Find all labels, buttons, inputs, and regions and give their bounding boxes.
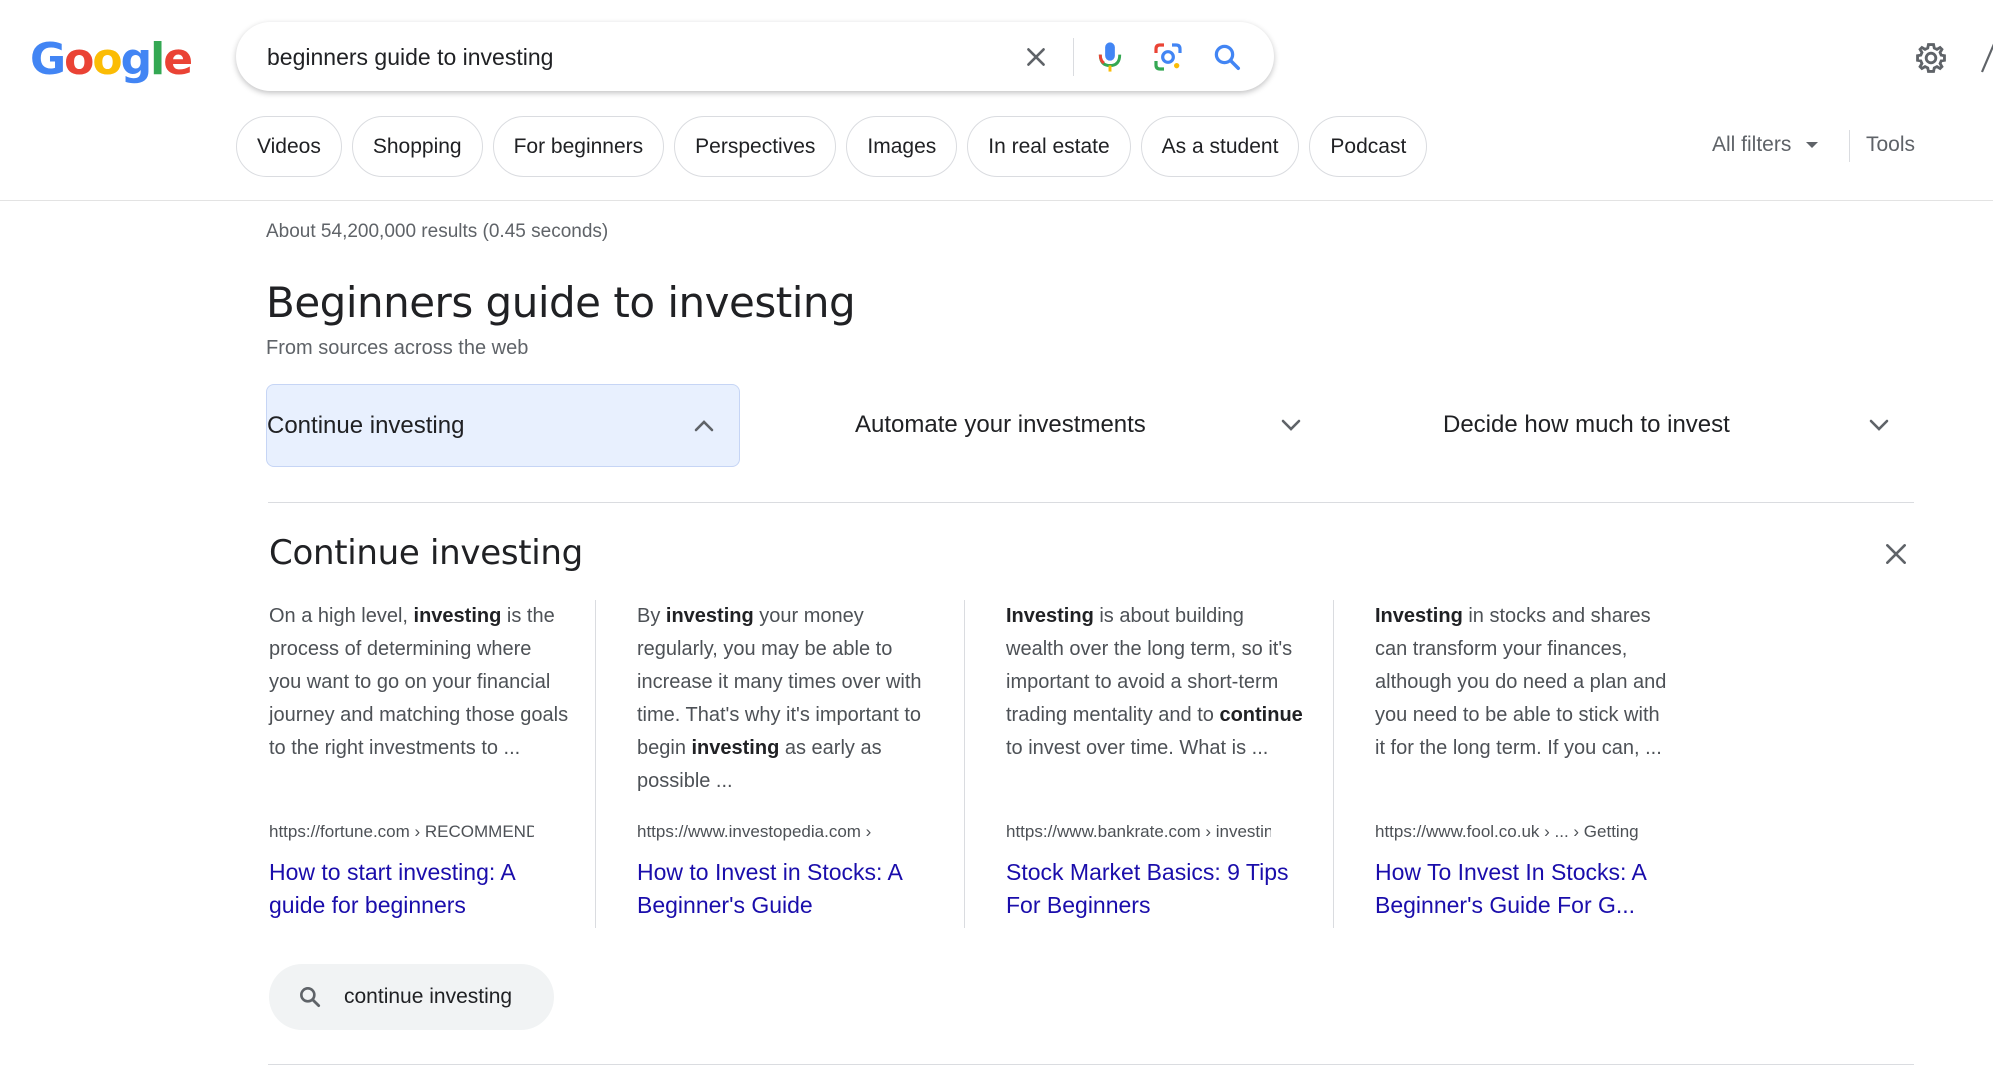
source-card: By investing your money regularly, you m… bbox=[637, 600, 937, 922]
snippet-text: By bbox=[637, 605, 666, 627]
accordion-label: Automate your investments bbox=[855, 411, 1146, 438]
search-input[interactable]: beginners guide to investing bbox=[267, 44, 553, 71]
snippet-text: is the process of determining where you … bbox=[269, 605, 569, 759]
logo-letter: o bbox=[92, 34, 122, 85]
column-divider bbox=[1333, 600, 1334, 928]
logo-letter: o bbox=[64, 34, 94, 85]
lens-icon[interactable] bbox=[1150, 39, 1186, 75]
search-icon bbox=[297, 984, 323, 1010]
microphone-icon[interactable] bbox=[1092, 39, 1128, 75]
column-divider bbox=[595, 600, 596, 928]
accordion-item-automate-investments[interactable]: Automate your investments bbox=[855, 384, 1305, 467]
accordion-label: Continue investing bbox=[267, 412, 465, 439]
card-snippet: By investing your money regularly, you m… bbox=[637, 600, 937, 800]
card-title-link[interactable]: Stock Market Basics: 9 Tips For Beginner… bbox=[1006, 856, 1301, 922]
chip-perspectives[interactable]: Perspectives bbox=[674, 116, 837, 177]
snippet-text: On a high level, bbox=[269, 605, 414, 627]
chip-podcast[interactable]: Podcast bbox=[1309, 116, 1428, 177]
chevron-up-icon bbox=[691, 413, 717, 439]
snippet-highlight: Investing bbox=[1375, 605, 1463, 627]
card-url[interactable]: https://www.investopedia.com › bbox=[637, 822, 902, 846]
searchbox-divider bbox=[1073, 38, 1074, 76]
accordion-item-decide-how-much[interactable]: Decide how much to invest bbox=[1443, 384, 1893, 467]
snippet-text: in stocks and shares can transform your … bbox=[1375, 605, 1667, 759]
snippet-highlight: investing bbox=[665, 605, 754, 627]
accordion-item-continue-investing[interactable]: Continue investing bbox=[266, 384, 740, 467]
settings-gear-icon[interactable] bbox=[1913, 40, 1949, 76]
card-url[interactable]: https://www.fool.co.uk › ... › Getting bbox=[1375, 822, 1640, 846]
panel-bottom-divider bbox=[268, 1064, 1914, 1065]
logo-letter: G bbox=[30, 34, 66, 85]
chip-shopping[interactable]: Shopping bbox=[351, 116, 483, 177]
source-card: Investing in stocks and shares can trans… bbox=[1375, 600, 1675, 922]
snippet-highlight: Investing bbox=[1006, 605, 1094, 627]
panel-divider bbox=[268, 502, 1914, 503]
chip-for-beginners[interactable]: For beginners bbox=[492, 116, 665, 177]
chip-videos[interactable]: Videos bbox=[236, 116, 342, 177]
labs-flask-icon[interactable] bbox=[1978, 38, 1993, 78]
page-title: Beginners guide to investing bbox=[266, 278, 856, 327]
chevron-down-icon bbox=[1278, 412, 1304, 438]
card-title-link[interactable]: How to start investing: A guide for begi… bbox=[269, 856, 564, 922]
card-snippet: Investing is about building wealth over … bbox=[1006, 600, 1306, 800]
search-icon[interactable] bbox=[1209, 39, 1245, 75]
card-title-link[interactable]: How to Invest in Stocks: A Beginner's Gu… bbox=[637, 856, 932, 922]
toolbar-divider bbox=[1849, 130, 1850, 162]
snippet-highlight: investing bbox=[413, 605, 502, 627]
source-card: Investing is about building wealth over … bbox=[1006, 600, 1306, 922]
caret-down-icon bbox=[1806, 142, 1819, 148]
result-stats: About 54,200,000 results (0.45 seconds) bbox=[266, 221, 609, 242]
card-snippet: Investing in stocks and shares can trans… bbox=[1375, 600, 1675, 800]
snippet-highlight: investing bbox=[691, 737, 780, 759]
chevron-down-icon bbox=[1866, 412, 1892, 438]
card-title-link[interactable]: How To Invest In Stocks: A Beginner's Gu… bbox=[1375, 856, 1670, 922]
logo-letter: e bbox=[163, 34, 193, 85]
page-subtitle: From sources across the web bbox=[266, 337, 529, 359]
card-url[interactable]: https://www.bankrate.com › investing bbox=[1006, 822, 1271, 846]
snippet-highlight: continue bbox=[1219, 704, 1303, 726]
panel-title: Continue investing bbox=[269, 533, 583, 573]
snippet-text: your money regularly, you may be able to… bbox=[637, 605, 922, 759]
search-box[interactable]: beginners guide to investing bbox=[236, 22, 1274, 91]
card-snippet: On a high level, investing is the proces… bbox=[269, 600, 569, 800]
related-search-label: continue investing bbox=[344, 985, 513, 1008]
tools-button[interactable]: Tools bbox=[1866, 133, 1915, 157]
logo-letter: l bbox=[150, 34, 165, 85]
accordion-label: Decide how much to invest bbox=[1443, 411, 1730, 438]
filter-chips: Videos Shopping For beginners Perspectives I… bbox=[236, 116, 1428, 177]
chip-images[interactable]: Images bbox=[846, 116, 958, 177]
column-divider bbox=[964, 600, 965, 928]
chip-in-real-estate[interactable]: In real estate bbox=[967, 116, 1131, 177]
logo-letter: g bbox=[120, 34, 152, 85]
header-divider bbox=[0, 200, 1993, 201]
snippet-text: to invest over time. What is ... bbox=[1006, 737, 1269, 759]
google-logo[interactable]: Google bbox=[30, 34, 193, 86]
all-filters-label: All filters bbox=[1712, 133, 1792, 156]
source-card: On a high level, investing is the proces… bbox=[269, 600, 569, 922]
related-search-chip[interactable]: continue investing bbox=[269, 964, 554, 1030]
clear-icon[interactable] bbox=[1018, 39, 1054, 75]
close-icon[interactable] bbox=[1878, 536, 1914, 572]
chip-as-a-student[interactable]: As a student bbox=[1140, 116, 1300, 177]
card-url[interactable]: https://fortune.com › RECOMMENDED bbox=[269, 822, 534, 846]
all-filters-button[interactable]: All filters bbox=[1712, 133, 1819, 157]
